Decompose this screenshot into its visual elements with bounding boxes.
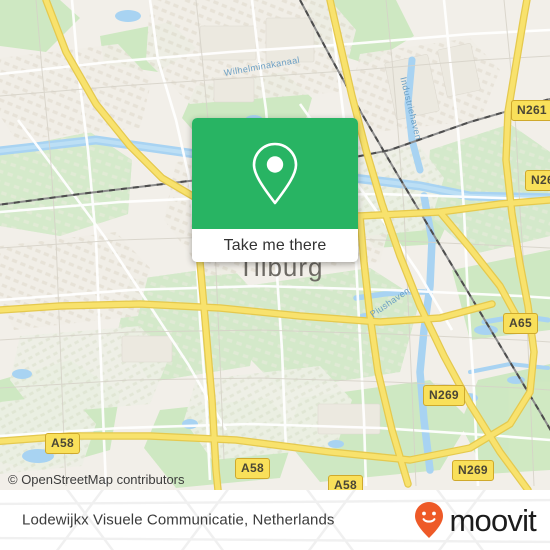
map-pin-icon — [252, 142, 298, 204]
location-title: Lodewijkx Visuele Communicatie, Netherla… — [22, 511, 335, 529]
card-icon-area — [192, 118, 358, 229]
moovit-brand[interactable]: moovit — [411, 500, 537, 540]
moovit-wordmark: moovit — [449, 502, 536, 538]
road-shield-n261-top[interactable]: N261 — [511, 100, 550, 121]
card-cta-area[interactable]: Take me there — [192, 229, 358, 262]
road-shield-a58-left[interactable]: A58 — [45, 433, 80, 454]
take-me-there-label: Take me there — [223, 236, 327, 254]
take-me-there-card[interactable]: Take me there — [192, 118, 358, 262]
moovit-pin-smiley-icon — [415, 502, 444, 538]
moovit-location-card: Wilhelminakanaal Industriehaven Piushave… — [0, 0, 550, 550]
footer-bar: Lodewijkx Visuele Communicatie, Netherla… — [0, 490, 550, 550]
osm-attribution[interactable]: © OpenStreetMap contributors — [8, 472, 185, 487]
road-shield-n269-mid[interactable]: N269 — [423, 385, 465, 406]
road-shield-n269-bottom[interactable]: N269 — [452, 460, 494, 481]
road-shield-a58-right[interactable]: A58 — [328, 475, 363, 490]
road-shield-a58-center[interactable]: A58 — [235, 458, 270, 479]
road-shield-a65[interactable]: A65 — [503, 313, 538, 334]
road-shield-n261-right[interactable]: N261 — [525, 170, 550, 191]
